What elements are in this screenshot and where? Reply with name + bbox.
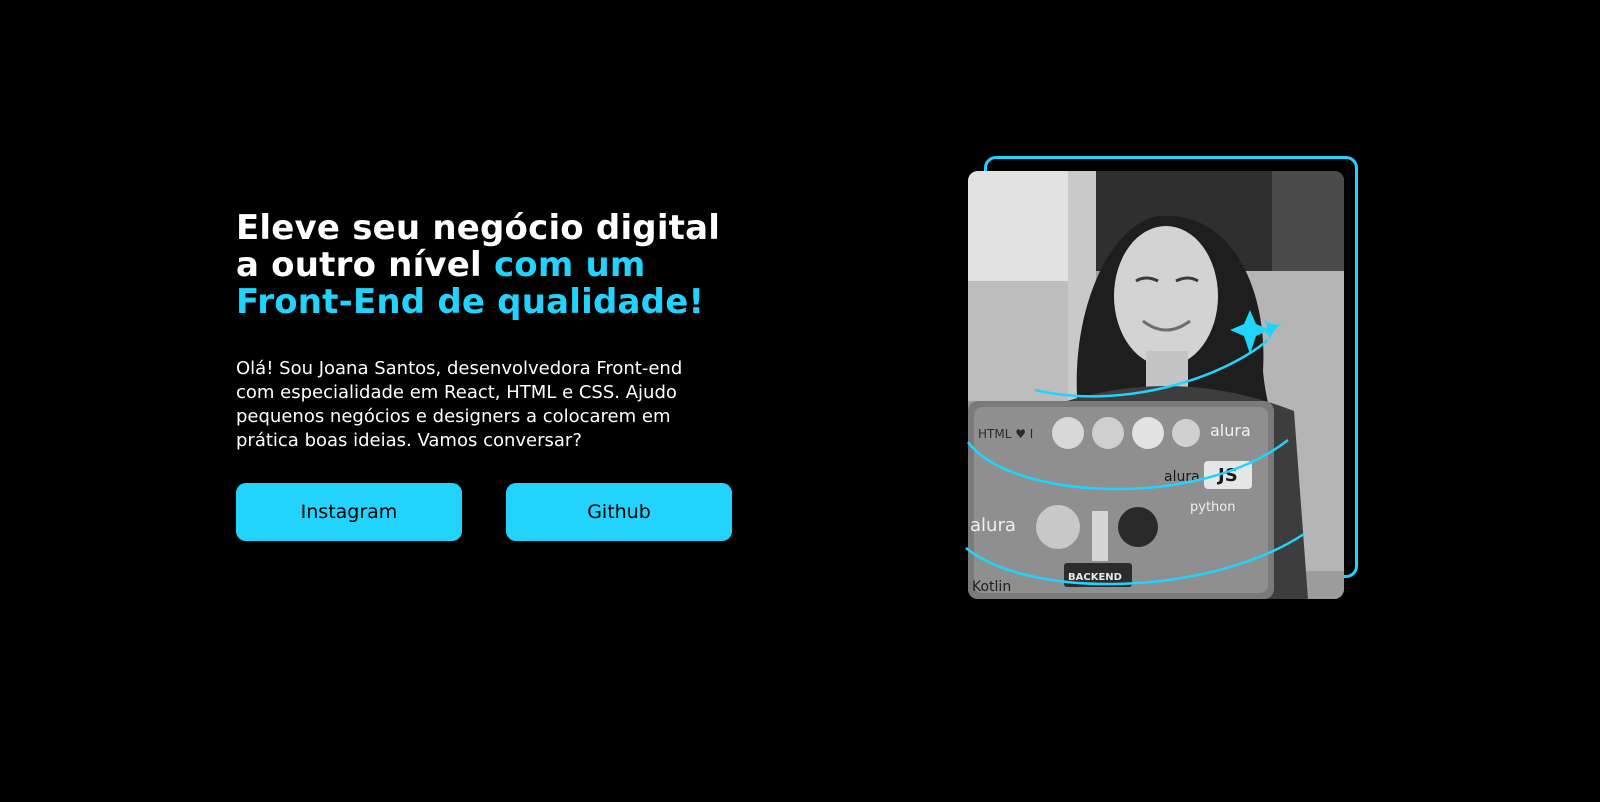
swirl-ring-middle xyxy=(966,439,1289,491)
headline-main: Eleve seu negócio digital a outro nível xyxy=(236,208,721,285)
hero-text-block: Eleve seu negócio digital a outro nível … xyxy=(236,210,736,453)
instagram-button[interactable]: Instagram xyxy=(236,483,462,541)
github-button[interactable]: Github xyxy=(506,483,732,541)
decorative-swirl xyxy=(965,310,1305,586)
swirl-ring-bottom xyxy=(965,532,1305,586)
social-buttons: Instagram Github xyxy=(236,483,732,541)
star-icon xyxy=(1230,310,1270,354)
hero-intro: Olá! Sou Joana Santos, desenvolvedora Fr… xyxy=(236,358,683,451)
hero-section: Eleve seu negócio digital a outro nível … xyxy=(0,0,1600,802)
swirl-arc-top xyxy=(1034,339,1269,398)
hero-headline: Eleve seu negócio digital a outro nível … xyxy=(236,210,736,321)
